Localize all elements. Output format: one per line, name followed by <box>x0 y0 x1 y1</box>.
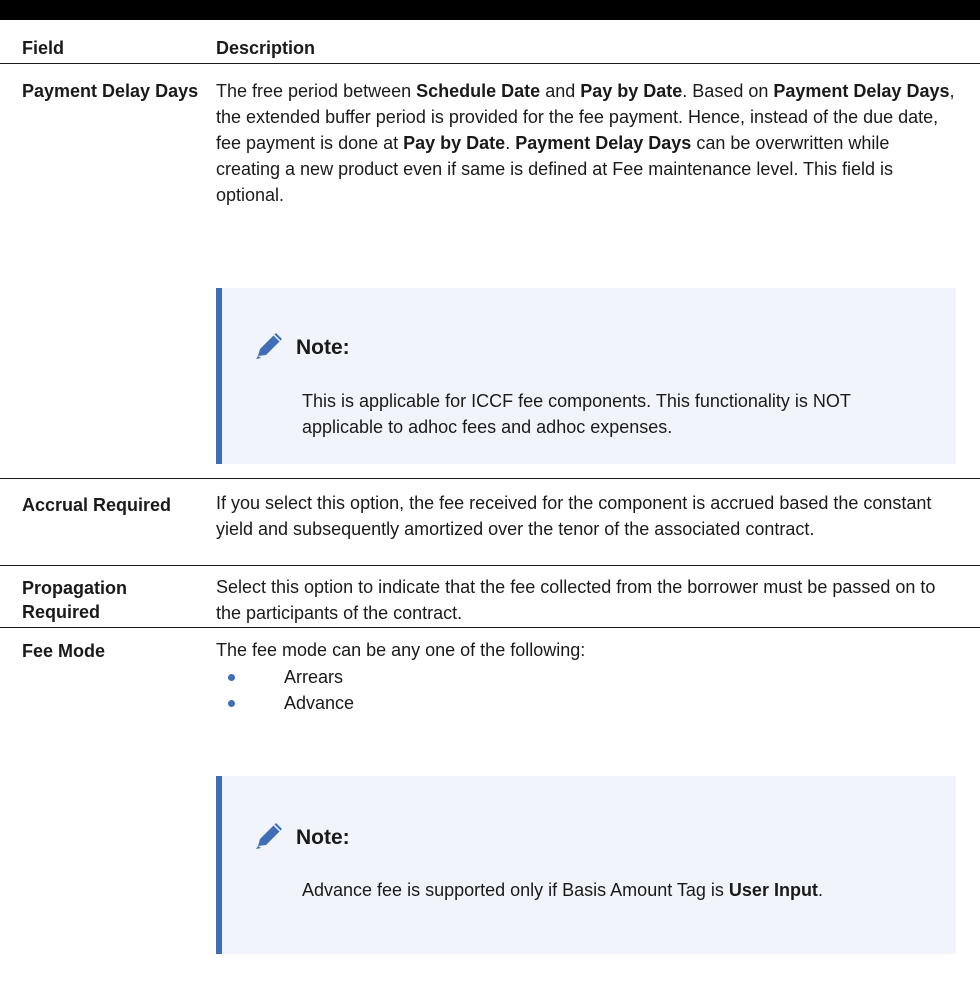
note-title: Note: <box>296 825 350 849</box>
table-row: Accrual Required If you select this opti… <box>0 479 980 566</box>
field-description: The free period between Schedule Date an… <box>216 81 955 205</box>
header-field: Field <box>22 38 65 58</box>
table-row: Payment Delay Days The free period betwe… <box>0 64 980 479</box>
list-item: Arrears <box>216 664 956 690</box>
note-box: Note: Advance fee is supported only if B… <box>216 776 956 954</box>
note-body: This is applicable for ICCF fee componen… <box>302 391 851 437</box>
table-header: Field Description <box>0 20 980 64</box>
pencil-icon <box>252 330 286 365</box>
note-body: Advance fee is supported only if Basis A… <box>302 880 823 900</box>
header-description: Description <box>216 38 316 58</box>
note-header: Note: <box>252 820 350 855</box>
pencil-icon <box>252 820 286 855</box>
list-item: Advance <box>216 690 956 716</box>
field-name: Payment Delay Days <box>22 81 199 101</box>
field-name: Propagation Required <box>22 578 128 622</box>
top-rule <box>0 0 980 20</box>
field-description: The fee mode can be any one of the follo… <box>216 640 586 660</box>
bullet-dot-icon <box>228 700 235 707</box>
field-description: Select this option to indicate that the … <box>216 577 936 623</box>
table-row: Propagation Required Select this option … <box>0 566 980 628</box>
note-title: Note: <box>296 335 350 359</box>
table-row: Fee Mode The fee mode can be any one of … <box>0 628 980 1004</box>
field-description: If you select this option, the fee recei… <box>216 493 932 539</box>
field-name: Fee Mode <box>22 641 106 661</box>
bullet-list: Arrears Advance <box>216 664 956 716</box>
field-name: Accrual Required <box>22 495 172 515</box>
bullet-dot-icon <box>228 674 235 681</box>
note-header: Note: <box>252 330 350 365</box>
note-box: Note: This is applicable for ICCF fee co… <box>216 288 956 464</box>
